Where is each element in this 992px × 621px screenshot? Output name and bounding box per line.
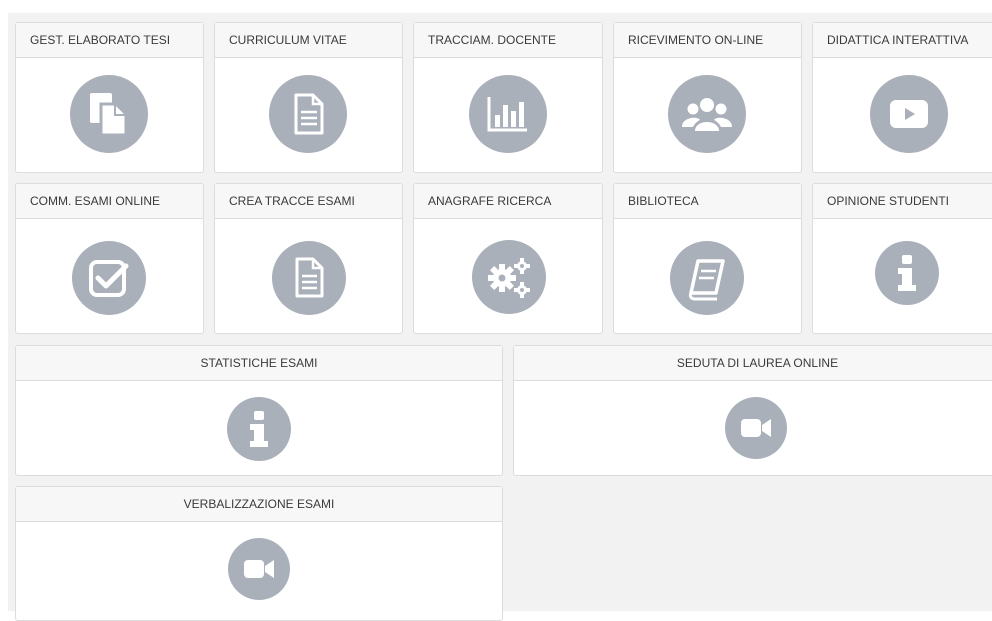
- tile-didattica-interattiva[interactable]: DIDATTICA INTERATTIVA: [812, 22, 992, 173]
- tile-tracciam-docente[interactable]: TRACCIAM. DOCENTE: [413, 22, 603, 173]
- document-icon: [272, 241, 346, 315]
- tile-label: OPINIONE STUDENTI: [813, 184, 992, 219]
- tile-statistiche-esami[interactable]: STATISTICHE ESAMI: [15, 345, 503, 476]
- tile-verbalizzazione-esami[interactable]: VERBALIZZAZIONE ESAMI: [15, 486, 503, 621]
- tile-label: RICEVIMENTO ON-LINE: [614, 23, 801, 58]
- video-camera-icon: [228, 538, 290, 600]
- tile-label: ANAGRAFE RICERCA: [414, 184, 602, 219]
- gears-icon: [472, 240, 546, 314]
- tile-label: BIBLIOTECA: [614, 184, 801, 219]
- tile-label: VERBALIZZAZIONE ESAMI: [16, 487, 502, 522]
- bar-chart-icon: [469, 75, 547, 153]
- tile-label: STATISTICHE ESAMI: [16, 346, 502, 381]
- video-play-icon: [870, 75, 948, 153]
- tile-biblioteca[interactable]: BIBLIOTECA: [613, 183, 802, 334]
- tile-label: DIDATTICA INTERATTIVA: [813, 23, 992, 58]
- info-icon: [227, 397, 291, 461]
- tile-label: CURRICULUM VITAE: [215, 23, 402, 58]
- tile-opinione-studenti[interactable]: OPINIONE STUDENTI: [812, 183, 992, 334]
- tile-label: COMM. ESAMI ONLINE: [16, 184, 203, 219]
- tile-curriculum-vitae[interactable]: CURRICULUM VITAE: [214, 22, 403, 173]
- tile-seduta-di-laurea-online[interactable]: SEDUTA DI LAUREA ONLINE: [513, 345, 992, 476]
- checkbox-icon: [72, 241, 146, 315]
- tile-comm-esami-online[interactable]: COMM. ESAMI ONLINE: [15, 183, 204, 334]
- video-camera-icon: [725, 397, 787, 459]
- document-icon: [269, 75, 347, 153]
- documents-icon: [70, 75, 148, 153]
- users-group-icon: [668, 75, 746, 153]
- tile-gest-elaborato-tesi[interactable]: GEST. ELABORATO TESI: [15, 22, 204, 173]
- tile-label: SEDUTA DI LAUREA ONLINE: [514, 346, 992, 381]
- tile-anagrafe-ricerca[interactable]: ANAGRAFE RICERCA: [413, 183, 603, 334]
- book-icon: [670, 241, 744, 315]
- tile-ricevimento-online[interactable]: RICEVIMENTO ON-LINE: [613, 22, 802, 173]
- tile-label: TRACCIAM. DOCENTE: [414, 23, 602, 58]
- tile-label: GEST. ELABORATO TESI: [16, 23, 203, 58]
- info-icon: [875, 241, 939, 305]
- tile-label: CREA TRACCE ESAMI: [215, 184, 402, 219]
- tile-crea-tracce-esami[interactable]: CREA TRACCE ESAMI: [214, 183, 403, 334]
